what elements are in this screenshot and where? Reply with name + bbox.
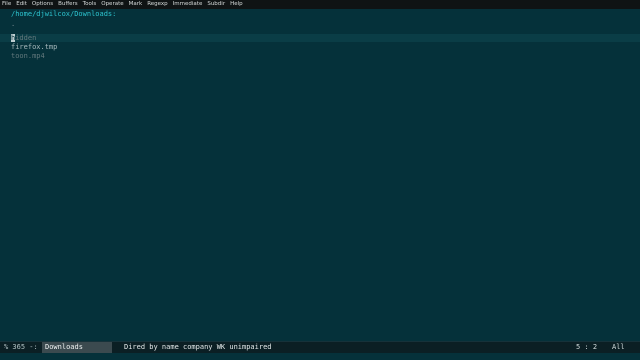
echo-area[interactable] xyxy=(0,353,640,360)
menu-edit[interactable]: Edit xyxy=(16,0,27,9)
menu-regexp[interactable]: Regexp xyxy=(147,0,167,9)
modeline-buffer-name[interactable]: Downloads xyxy=(42,342,112,353)
menu-tools[interactable]: Tools xyxy=(83,0,97,9)
file-entry-firefox-tmp[interactable]: firefox.tmp xyxy=(11,43,57,51)
dired-buffer[interactable]: /home/djwilcox/Downloads: . hidden firef… xyxy=(0,9,640,341)
modeline-status: % 365 -: xyxy=(4,343,38,351)
menu-operate[interactable]: Operate xyxy=(101,0,123,9)
modeline-position: 5 : 2 xyxy=(576,343,598,351)
file-entry-hidden-rest: idden xyxy=(15,34,37,42)
menu-file[interactable]: File xyxy=(2,0,11,9)
menu-immediate[interactable]: Immediate xyxy=(173,0,203,9)
modeline-scroll-indicator: All xyxy=(612,343,625,351)
menu-buffers[interactable]: Buffers xyxy=(58,0,78,9)
dot-entry[interactable]: . xyxy=(11,20,15,28)
menu-bar: File Edit Options Buffers Tools Operate … xyxy=(0,0,640,9)
menu-help[interactable]: Help xyxy=(230,0,243,9)
current-line-highlight xyxy=(0,34,640,42)
menu-subdir[interactable]: Subdir xyxy=(207,0,225,9)
mode-line: % 365 -: Downloads Dired by name company… xyxy=(0,341,640,353)
menu-mark[interactable]: Mark xyxy=(129,0,143,9)
menu-options[interactable]: Options xyxy=(32,0,53,9)
modeline-major-mode[interactable]: Dired by name company WK unimpaired xyxy=(124,342,272,353)
directory-header: /home/djwilcox/Downloads: xyxy=(11,10,117,18)
file-entry-toon-mp4[interactable]: toon.mp4 xyxy=(11,52,45,60)
file-entry-hidden[interactable]: hidden xyxy=(11,34,36,42)
